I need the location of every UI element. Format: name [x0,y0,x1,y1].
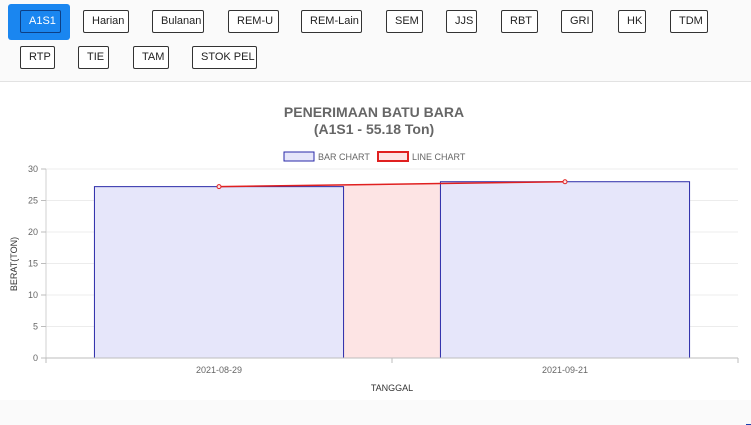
tab-tam[interactable]: TAM [133,46,169,69]
tab-tie[interactable]: TIE [78,46,109,69]
tab-jjs[interactable]: JJS [446,10,477,33]
tab-rem-u[interactable]: REM-U [228,10,279,33]
y-tick-label: 25 [28,196,38,206]
tab-tdm[interactable]: TDM [670,10,708,33]
y-tick-label: 15 [28,259,38,269]
legend-label-bar-chart: BAR CHART [318,152,370,162]
legend-item-line-chart[interactable]: LINE CHART [377,151,466,162]
legend-item-bar-chart[interactable]: BAR CHART [283,151,370,162]
y-tick-label: 5 [33,322,38,332]
chart-svg: 0 5 10 15 20 25 30 2021-08-29 2021-09-21 PENERIM… [9,104,739,393]
x-axis-label: TANGGAL [371,383,413,393]
page-footer-strip [0,400,751,425]
line-point-2021-09-21 [562,179,568,185]
y-tick-label: 0 [33,353,38,363]
legend-swatch-bar-chart [283,151,315,162]
chart-title: PENERIMAAN BATU BARA [284,104,464,120]
tab-sem[interactable]: SEM [386,10,423,33]
y-tick-label: 10 [28,290,38,300]
y-tick-label: 20 [28,227,38,237]
tab-rbt[interactable]: RBT [501,10,538,33]
legend-swatch-line-chart [377,151,409,162]
tab-a1s1[interactable]: A1S1 [20,10,61,33]
x-tick-label: 2021-08-29 [196,365,242,375]
bar-2021-08-29 [93,186,345,359]
tab-gri[interactable]: GRI [561,10,593,33]
tab-bulanan[interactable]: Bulanan [152,10,204,33]
y-tick-label: 30 [28,164,38,174]
tab-rtp[interactable]: RTP [20,46,55,69]
dataset-tab-bar: A1S1 Harian Bulanan REM-U REM-Lain SEM J… [0,0,751,82]
chart-subtitle: (A1S1 - 55.18 Ton) [314,121,434,137]
chart-container: 0 5 10 15 20 25 30 2021-08-29 2021-09-21 PENERIM… [0,83,751,400]
legend: BAR CHART LINE CHART [283,151,466,162]
x-tick-label: 2021-09-21 [542,365,588,375]
tab-stok-pel[interactable]: STOK PEL [192,46,257,69]
bar-2021-09-21 [439,181,691,359]
line-point-2021-08-29 [216,184,222,190]
y-axis-label: BERAT(TON) [9,237,19,291]
tab-rem-lain[interactable]: REM-Lain [301,10,362,33]
tab-harian[interactable]: Harian [83,10,129,33]
tab-hk[interactable]: HK [618,10,646,33]
legend-label-line-chart: LINE CHART [412,152,466,162]
